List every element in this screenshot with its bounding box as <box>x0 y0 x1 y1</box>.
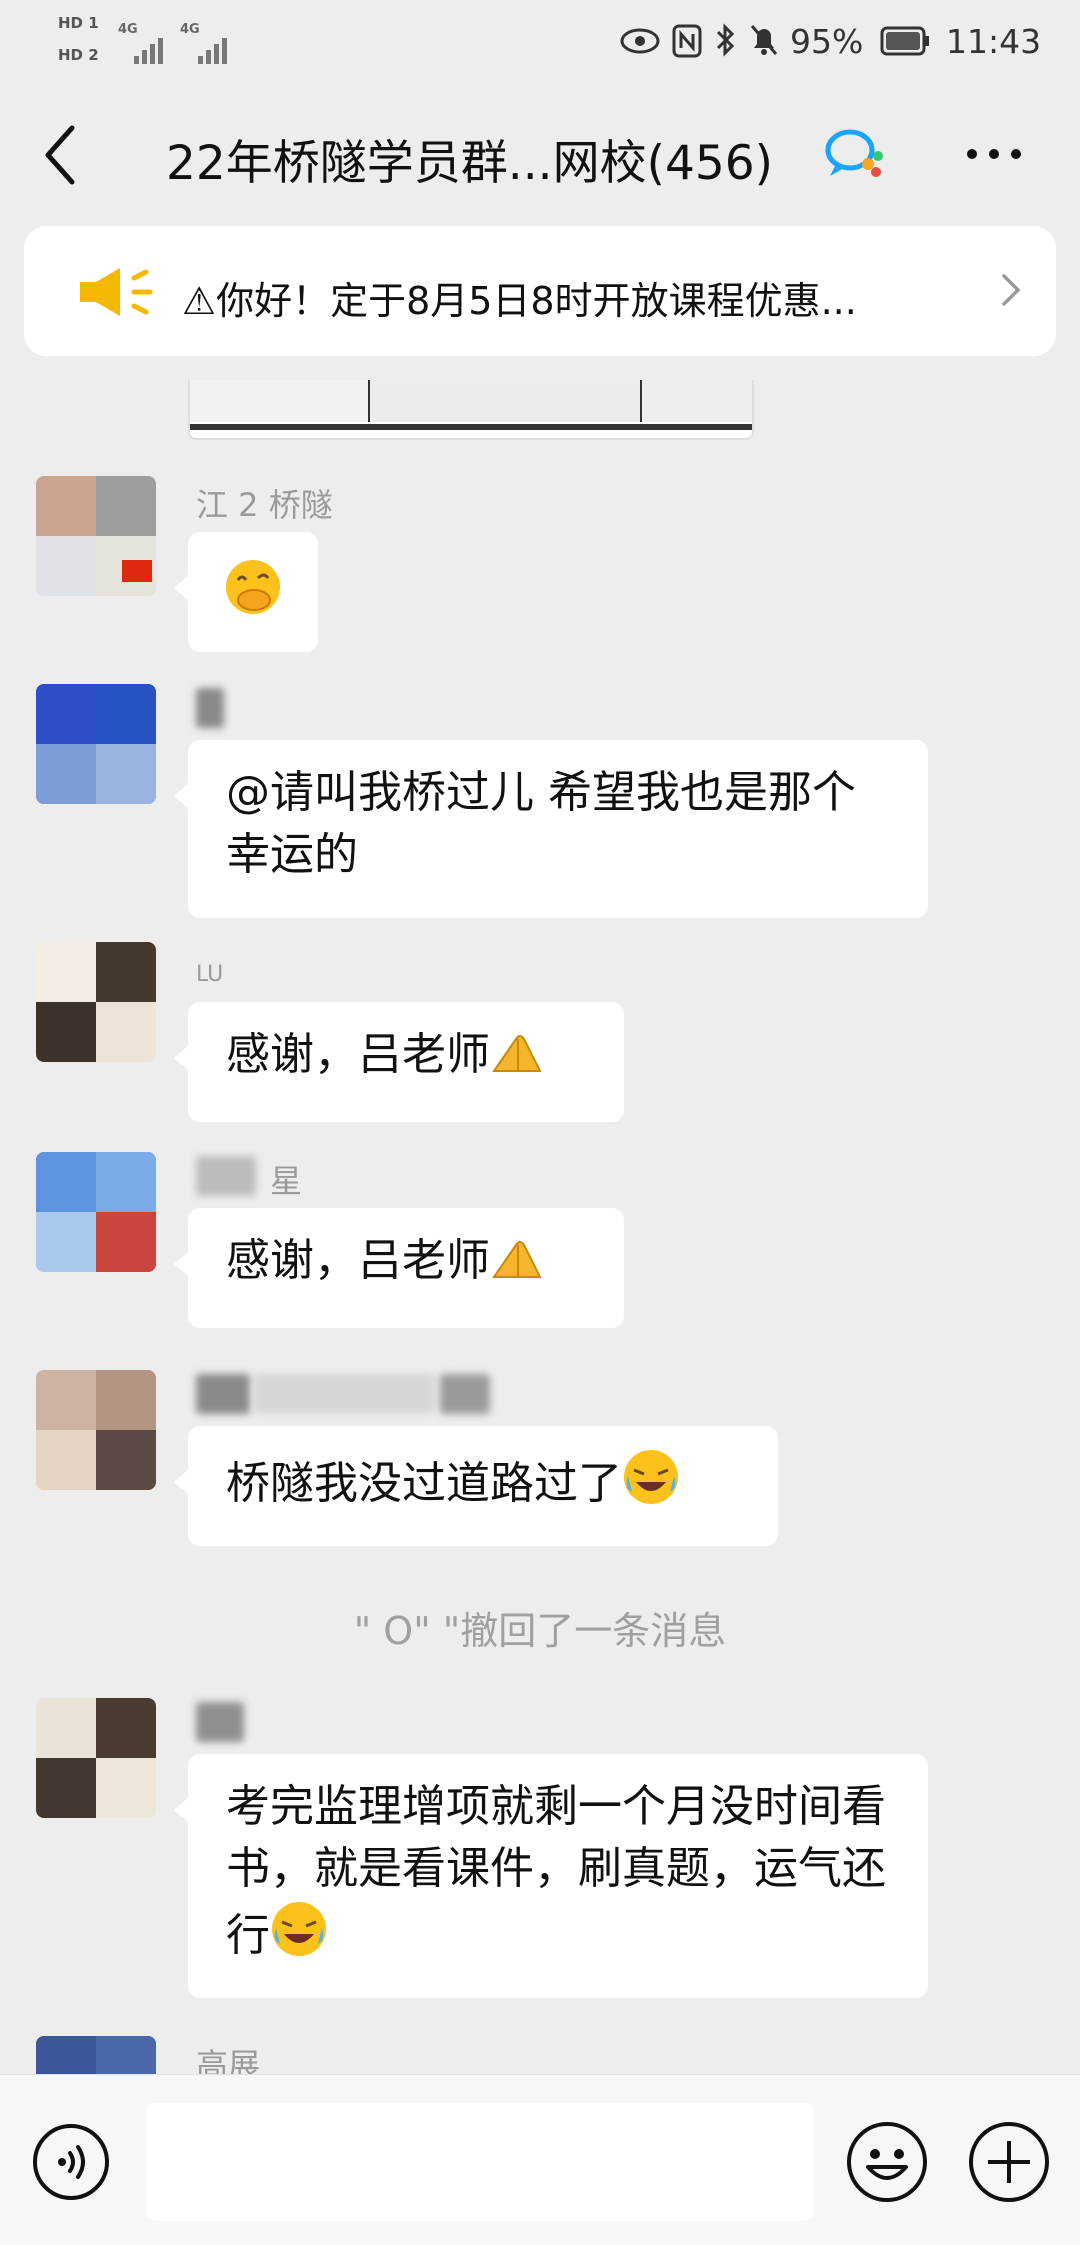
message-bubble[interactable]: 感谢，吕老师 <box>174 1208 624 1328</box>
avatar[interactable] <box>36 476 156 596</box>
group-announcement-banner[interactable]: ⚠你好！定于8月5日8时开放课程优惠... <box>24 226 1056 356</box>
announcement-text: ⚠你好！定于8月5日8时开放课程优惠... <box>182 279 857 323</box>
eye-icon <box>620 28 660 54</box>
clock: 11:43 <box>946 22 1042 61</box>
message-text: 感谢，吕老师 <box>226 1235 490 1286</box>
more-functions-plus-icon[interactable] <box>968 2121 1050 2203</box>
message-list[interactable]: 江 2 桥隧 @请叫我桥过儿 希望我也是那个幸运的 LU 感谢，吕老师 星 感谢… <box>0 380 1080 2074</box>
avatar[interactable] <box>36 1698 156 1818</box>
bluetooth-icon <box>716 23 735 57</box>
message-text: 桥隧我没过道路过了 <box>226 1458 622 1509</box>
battery-percent: 95% <box>790 22 864 61</box>
avatar[interactable] <box>36 1152 156 1272</box>
emoji-picker-icon[interactable] <box>846 2121 928 2203</box>
sender-name-blurred <box>254 1374 434 1414</box>
sender-name: 高展 <box>196 2046 261 2074</box>
group-type-badge-icon <box>825 129 883 177</box>
sender-name: LU <box>196 962 224 987</box>
image-message[interactable] <box>188 380 754 440</box>
message-text: 感谢，吕老师 <box>226 1029 490 1080</box>
battery-icon <box>880 26 929 56</box>
recall-notice: " O" "撤回了一条消息 <box>353 1609 727 1653</box>
sender-name: 江 2 桥隧 <box>196 486 333 524</box>
message-bubble[interactable]: 感谢，吕老师 <box>174 1002 624 1122</box>
rolling-laughing-emoji-icon <box>624 1450 678 1504</box>
more-options-icon[interactable] <box>964 144 1024 164</box>
speaker-icon <box>80 268 153 316</box>
status-bar: HD 1 HD 2 4G 4G 95% 11:43 <box>0 0 1080 80</box>
avatar[interactable] <box>36 2036 156 2074</box>
sender-name-blurred <box>196 1374 250 1414</box>
sender-name-blurred <box>440 1374 490 1414</box>
hd2-indicator: HD 2 <box>58 46 99 64</box>
message-bubble[interactable]: @请叫我桥过儿 希望我也是那个幸运的 <box>174 740 928 918</box>
sender-name-blurred <box>196 1156 256 1196</box>
chevron-right-icon <box>1002 274 1021 306</box>
sender-name: 星 <box>270 1162 303 1200</box>
avatar[interactable] <box>36 1370 156 1490</box>
hand-over-mouth-emoji-icon <box>226 560 280 614</box>
signal-strength-1-icon <box>134 26 174 64</box>
message-input-bar <box>0 2074 1080 2245</box>
folded-hands-emoji-icon <box>492 1035 542 1072</box>
rolling-laughing-emoji-icon <box>272 1902 326 1956</box>
network-type-2: 4G <box>180 22 200 37</box>
chat-title: 22年桥隧学员群...网校(456) <box>166 136 774 191</box>
sender-name-blurred <box>196 688 224 728</box>
back-arrow-icon[interactable] <box>40 120 80 190</box>
message-bubble[interactable]: 桥隧我没过道路过了 <box>174 1426 778 1546</box>
avatar[interactable] <box>36 942 156 1062</box>
hd1-indicator: HD 1 <box>58 14 99 32</box>
signal-strength-2-icon <box>198 26 238 64</box>
voice-input-icon[interactable] <box>32 2123 110 2201</box>
message-bubble[interactable]: 考完监理增项就剩一个月没时间看书，就是看课件，刷真题，运气还行 <box>174 1754 928 1998</box>
mute-bell-icon <box>750 25 778 55</box>
nfc-icon <box>672 24 702 58</box>
folded-hands-emoji-icon <box>492 1241 542 1278</box>
sender-name-blurred <box>196 1702 244 1742</box>
avatar[interactable] <box>36 684 156 804</box>
chat-header: 22年桥隧学员群...网校(456) <box>0 80 1080 226</box>
message-text-input[interactable] <box>146 2103 814 2221</box>
message-bubble[interactable] <box>174 532 318 652</box>
